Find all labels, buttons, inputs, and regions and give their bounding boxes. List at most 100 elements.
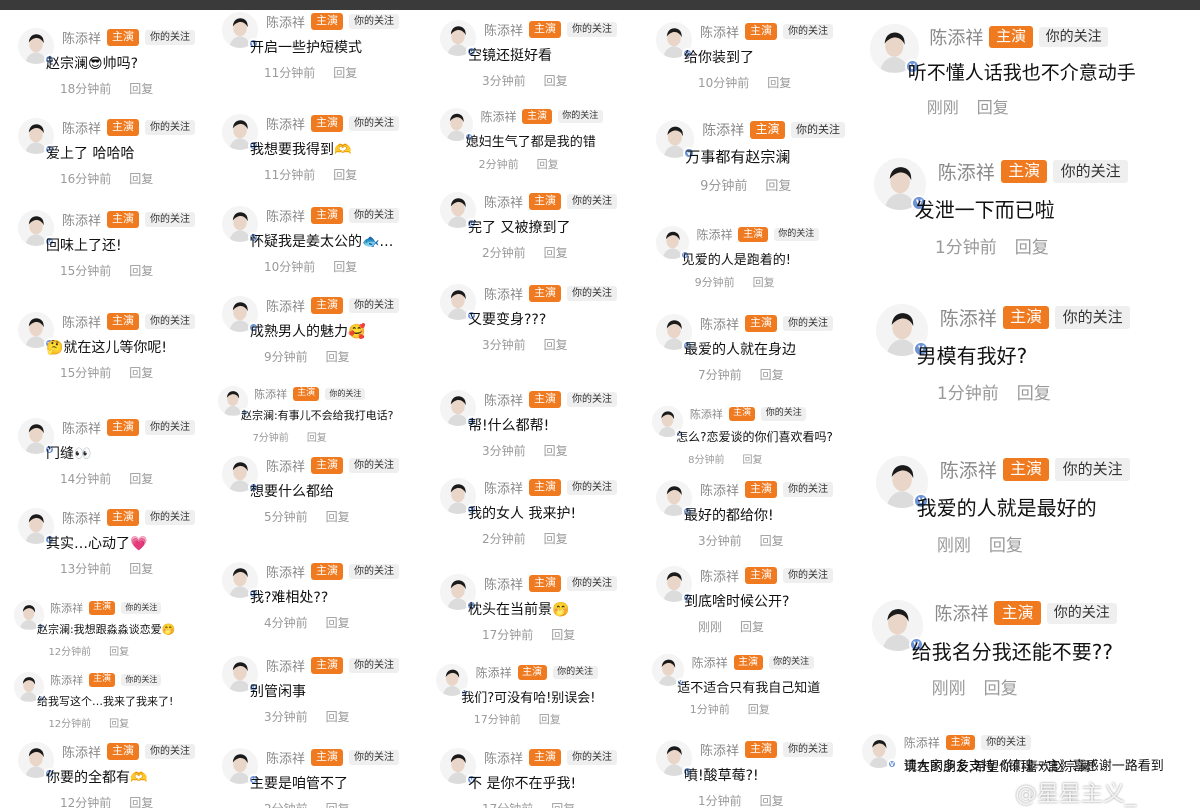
user-name[interactable]: 陈添祥 xyxy=(484,748,523,767)
reply-link[interactable]: 回复 xyxy=(984,679,1018,699)
comment-meta: 15分钟前 回复 xyxy=(60,262,171,279)
user-name[interactable]: 陈添祥 xyxy=(484,390,523,409)
user-name[interactable]: 陈添祥 xyxy=(266,114,305,133)
user-name[interactable]: 陈添祥 xyxy=(62,312,101,331)
comment-meta: 18分钟前 回复 xyxy=(60,80,171,97)
reply-link[interactable]: 回复 xyxy=(129,264,153,278)
lead-actor-badge: 主演 xyxy=(311,297,344,314)
reply-link[interactable]: 回复 xyxy=(326,710,350,724)
reply-link[interactable]: 回复 xyxy=(129,366,153,380)
reply-link[interactable]: 回复 xyxy=(977,98,1009,117)
reply-link[interactable]: 回复 xyxy=(551,628,575,642)
user-name[interactable]: 陈添祥 xyxy=(690,406,723,422)
reply-link[interactable]: 回复 xyxy=(109,647,129,658)
comment-text: 我想要我得到🫶 xyxy=(250,142,352,158)
reply-link[interactable]: 回复 xyxy=(989,536,1023,556)
user-name[interactable]: 陈添祥 xyxy=(940,456,997,483)
timestamp: 9分钟前 xyxy=(264,350,308,364)
user-name[interactable]: 陈添祥 xyxy=(938,158,995,185)
user-name[interactable]: 陈添祥 xyxy=(700,740,739,759)
reply-link[interactable]: 回复 xyxy=(326,616,350,630)
reply-link[interactable]: 回复 xyxy=(109,719,129,730)
reply-link[interactable]: 回复 xyxy=(544,74,568,88)
reply-link[interactable]: 回复 xyxy=(544,246,568,260)
user-name[interactable]: 陈添祥 xyxy=(266,562,305,581)
user-name[interactable]: 陈添祥 xyxy=(266,456,305,475)
user-name[interactable]: 陈添祥 xyxy=(700,566,739,585)
comment-text: 赵宗澜😎帅吗? xyxy=(46,56,139,72)
reply-link[interactable]: 回复 xyxy=(1017,384,1051,404)
comment-meta: 3分钟前 回复 xyxy=(482,336,586,353)
user-name[interactable]: 陈添祥 xyxy=(934,600,988,626)
user-name[interactable]: 陈添祥 xyxy=(484,20,523,39)
user-name[interactable]: 陈添祥 xyxy=(904,734,940,751)
reply-link[interactable]: 回复 xyxy=(539,713,561,726)
reply-link[interactable]: 回复 xyxy=(537,158,559,171)
user-name[interactable]: 陈添祥 xyxy=(700,314,739,333)
reply-link[interactable]: 回复 xyxy=(129,562,153,576)
reply-link[interactable]: 回复 xyxy=(753,276,775,289)
following-badge: 你的关注 xyxy=(349,208,400,223)
user-name[interactable]: 陈添祥 xyxy=(696,226,732,243)
comment-text: 回味上了还! xyxy=(46,238,122,254)
reply-link[interactable]: 回复 xyxy=(307,433,327,444)
comment-meta: 14分钟前 回复 xyxy=(60,470,171,487)
watermark: @星星主义_ xyxy=(1015,782,1137,807)
reply-link[interactable]: 回复 xyxy=(333,168,357,182)
reply-link[interactable]: 回复 xyxy=(326,802,350,808)
user-name[interactable]: 陈添祥 xyxy=(480,108,516,125)
user-name[interactable]: 陈添祥 xyxy=(700,22,739,41)
reply-link[interactable]: 回复 xyxy=(544,532,568,546)
user-name[interactable]: 陈添祥 xyxy=(692,654,728,671)
user-name[interactable]: 陈添祥 xyxy=(929,24,983,50)
reply-link[interactable]: 回复 xyxy=(760,368,784,382)
user-name[interactable]: 陈添祥 xyxy=(266,748,305,767)
user-name[interactable]: 陈添祥 xyxy=(266,296,305,315)
reply-link[interactable]: 回复 xyxy=(129,172,153,186)
reply-link[interactable]: 回复 xyxy=(740,620,764,634)
reply-link[interactable]: 回复 xyxy=(760,794,784,808)
user-name[interactable]: 陈添祥 xyxy=(484,478,523,497)
user-name[interactable]: 陈添祥 xyxy=(484,574,523,593)
user-name[interactable]: 陈添祥 xyxy=(62,742,101,761)
reply-link[interactable]: 回复 xyxy=(551,802,575,808)
comment-meta: 8分钟前 回复 xyxy=(688,451,780,466)
reply-link[interactable]: 回复 xyxy=(326,350,350,364)
user-name[interactable]: 陈添祥 xyxy=(476,664,512,681)
user-name[interactable]: 陈添祥 xyxy=(62,210,101,229)
user-name[interactable]: 陈添祥 xyxy=(62,118,101,137)
user-name[interactable]: 陈添祥 xyxy=(700,480,739,499)
user-name[interactable]: 陈添祥 xyxy=(254,386,287,402)
user-name[interactable]: 陈添祥 xyxy=(702,120,744,140)
reply-link[interactable]: 回复 xyxy=(1015,238,1049,258)
lead-actor-badge: 主演 xyxy=(529,391,562,408)
user-name[interactable]: 陈添祥 xyxy=(940,304,997,331)
user-name[interactable]: 陈添祥 xyxy=(484,192,523,211)
user-name[interactable]: 陈添祥 xyxy=(62,508,101,527)
reply-link[interactable]: 回复 xyxy=(760,534,784,548)
reply-link[interactable]: 回复 xyxy=(748,703,770,716)
reply-link[interactable]: 回复 xyxy=(544,444,568,458)
reply-link[interactable]: 回复 xyxy=(129,82,153,96)
reply-link[interactable]: 回复 xyxy=(333,66,357,80)
reply-link[interactable]: 回复 xyxy=(326,510,350,524)
user-name[interactable]: 陈添祥 xyxy=(484,284,523,303)
reply-link[interactable]: 回复 xyxy=(767,76,791,90)
reply-link[interactable]: 回复 xyxy=(129,796,153,808)
comment-header: 陈添祥 主演 你的关注 xyxy=(480,108,603,125)
timestamp: 11分钟前 xyxy=(264,66,316,80)
user-name[interactable]: 陈添祥 xyxy=(62,418,101,437)
reply-link[interactable]: 回复 xyxy=(742,455,762,466)
following-badge: 你的关注 xyxy=(145,314,196,329)
timestamp: 刚刚 xyxy=(698,620,723,634)
user-name[interactable]: 陈添祥 xyxy=(50,672,83,688)
user-name[interactable]: 陈添祥 xyxy=(266,656,305,675)
user-name[interactable]: 陈添祥 xyxy=(266,206,305,225)
user-name[interactable]: 陈添祥 xyxy=(266,12,305,31)
reply-link[interactable]: 回复 xyxy=(129,472,153,486)
user-name[interactable]: 陈添祥 xyxy=(62,28,101,47)
reply-link[interactable]: 回复 xyxy=(765,179,791,194)
reply-link[interactable]: 回复 xyxy=(333,260,357,274)
reply-link[interactable]: 回复 xyxy=(544,338,568,352)
user-name[interactable]: 陈添祥 xyxy=(50,600,83,616)
